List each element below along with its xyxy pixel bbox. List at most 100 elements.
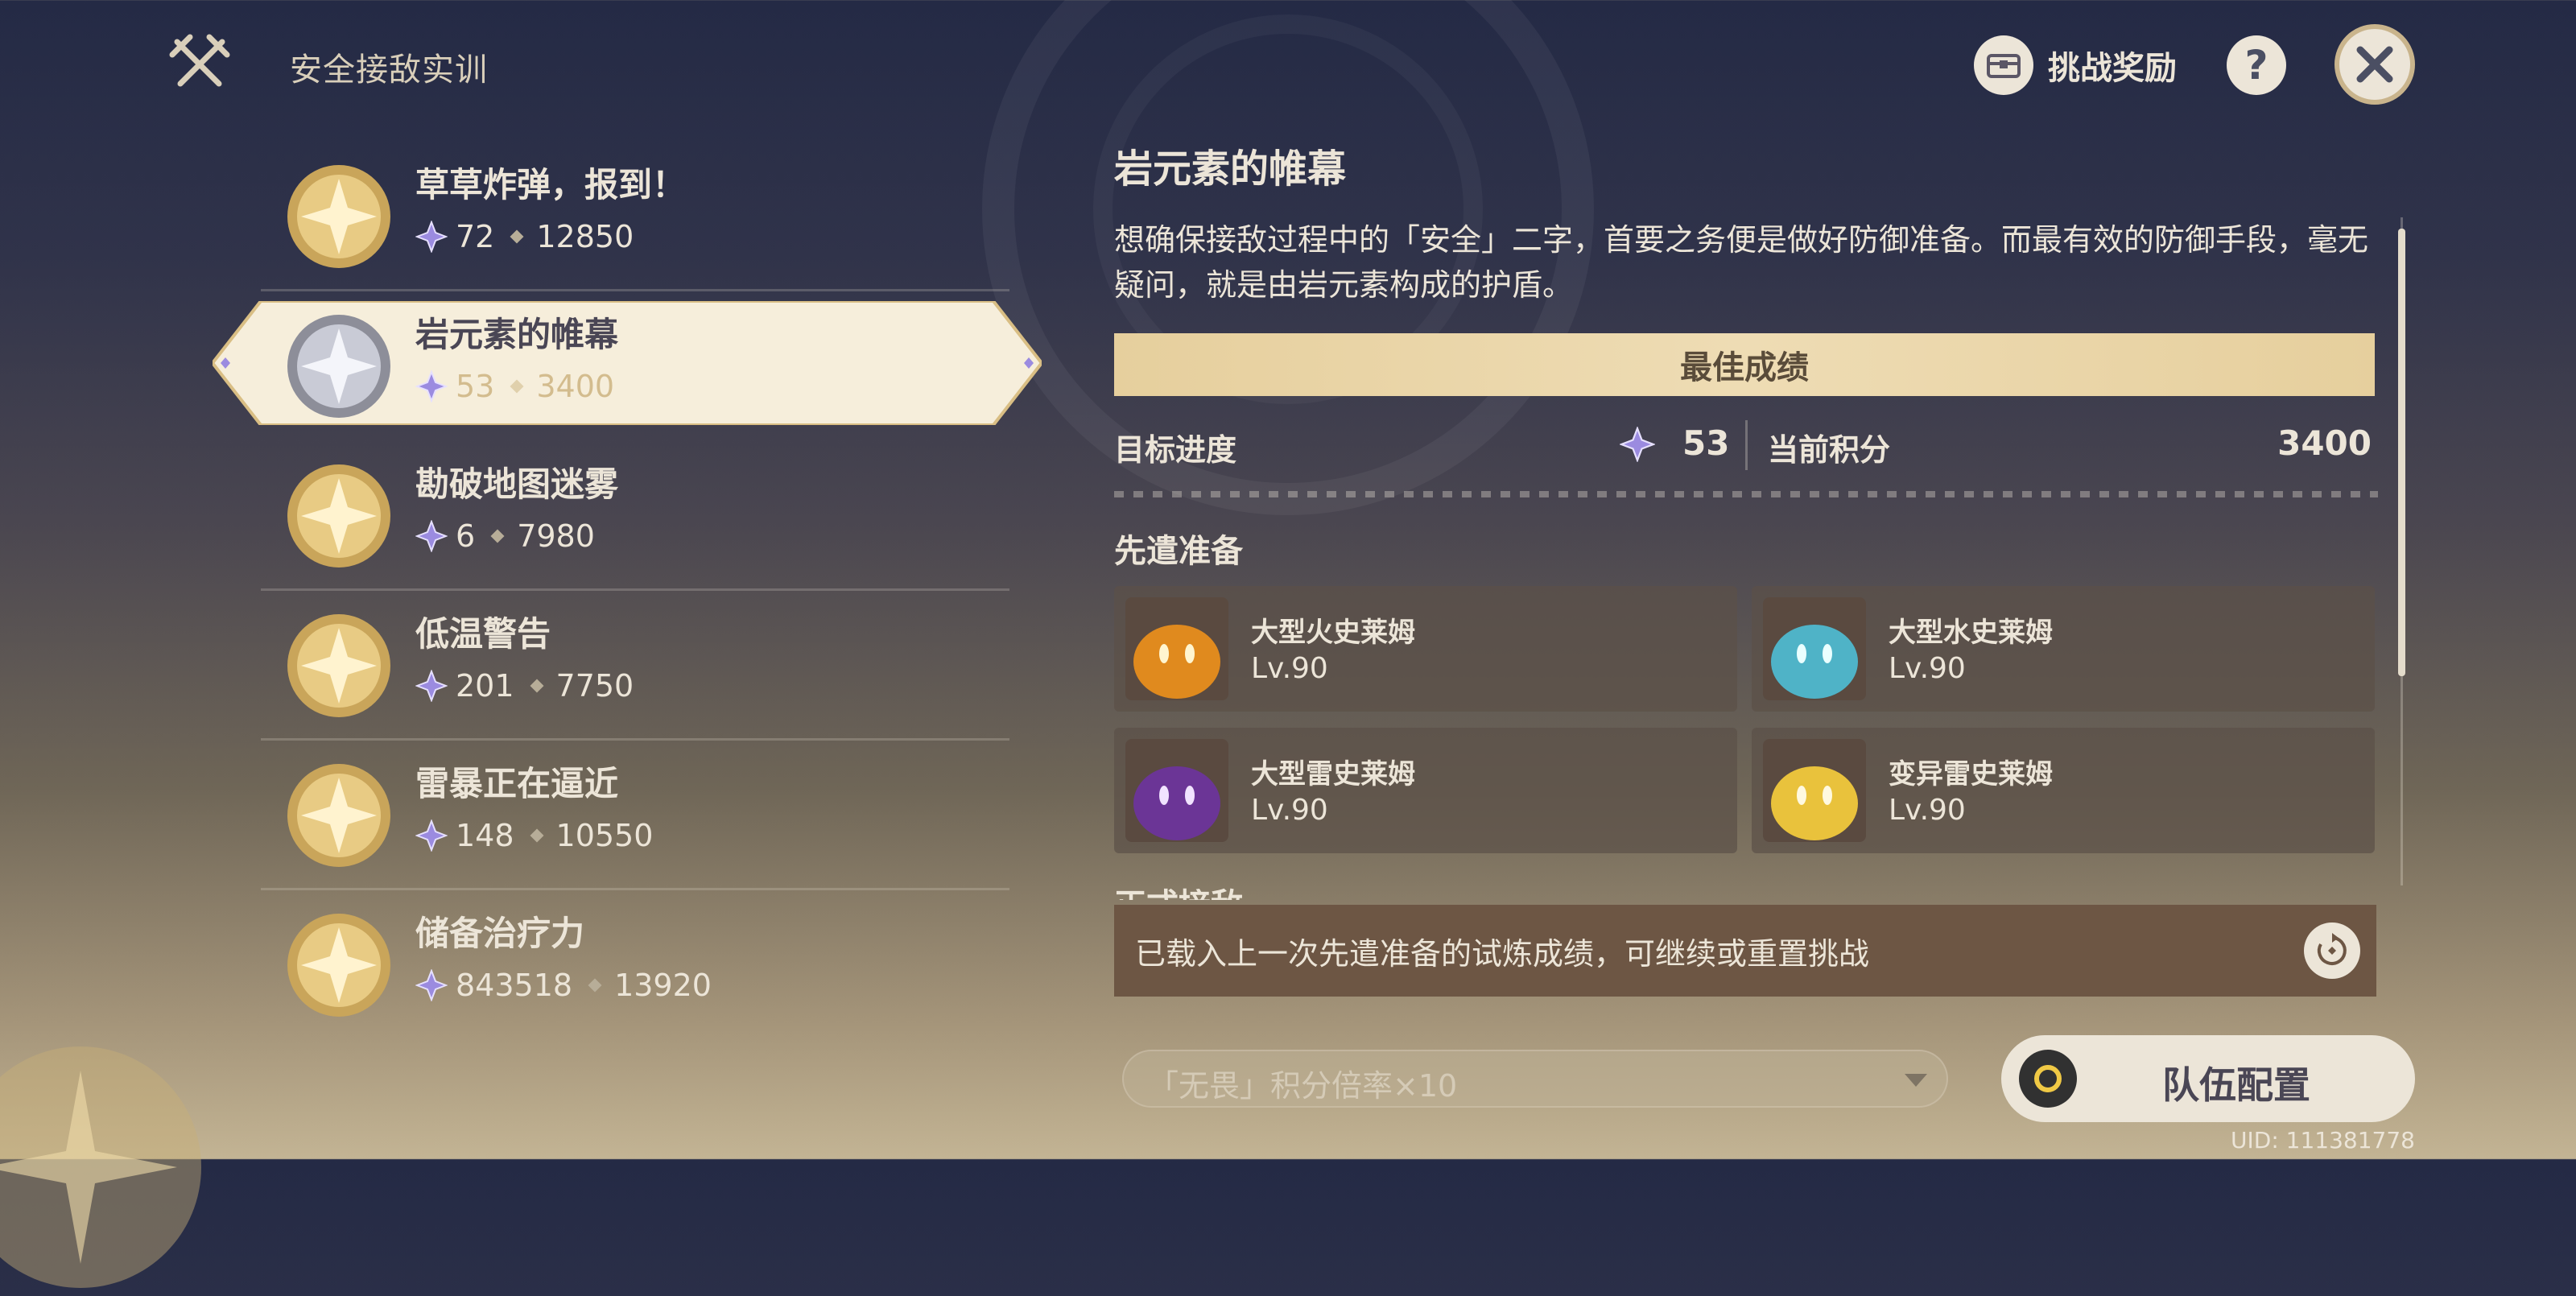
challenge-stats: 72 12850 bbox=[415, 219, 634, 254]
help-button[interactable]: ? bbox=[2227, 35, 2286, 95]
challenge-stars-value: 148 bbox=[456, 818, 514, 853]
challenge-name: 雷暴正在逼近 bbox=[415, 764, 619, 803]
background-sun-emblem bbox=[0, 1046, 201, 1288]
gold-medal-icon bbox=[287, 165, 390, 268]
challenge-item[interactable]: 草草炸弹，报到！ 72 12850 bbox=[213, 142, 1042, 291]
enemy-name: 大型雷史莱姆 bbox=[1251, 758, 1415, 790]
separator-dot bbox=[530, 828, 544, 843]
enemy-card[interactable]: 大型雷史莱姆 Lv.90 bbox=[1114, 728, 1737, 853]
divider bbox=[1745, 420, 1748, 470]
player-uid: UID: 111381778 bbox=[2231, 1127, 2415, 1154]
challenge-stats: 6 7980 bbox=[415, 518, 595, 554]
crossed-swords-icon bbox=[169, 34, 230, 87]
challenge-reward-label: 挑战奖励 bbox=[2048, 50, 2177, 87]
star-icon bbox=[415, 221, 448, 253]
fire-slime-portrait bbox=[1125, 597, 1228, 700]
challenge-stats: 201 7750 bbox=[415, 668, 634, 704]
target-progress-label: 目标进度 bbox=[1114, 432, 1237, 468]
target-progress-value: 53 bbox=[1682, 423, 1730, 463]
current-score-label: 当前积分 bbox=[1768, 432, 1891, 468]
challenge-name: 储备治疗力 bbox=[415, 914, 585, 953]
challenge-item[interactable]: 勘破地图迷雾 6 7980 bbox=[213, 441, 1042, 591]
reset-button[interactable] bbox=[2304, 922, 2360, 979]
page-title: 安全接敌实训 bbox=[290, 52, 488, 89]
separator-dot bbox=[490, 529, 505, 543]
challenge-reward-button[interactable]: 挑战奖励 bbox=[1974, 31, 2177, 100]
challenge-detail-title: 岩元素的帷幕 bbox=[1114, 147, 1347, 192]
challenge-stars-value: 53 bbox=[456, 369, 495, 404]
challenge-item[interactable]: 低温警告 201 7750 bbox=[213, 591, 1042, 741]
challenge-stars-value: 201 bbox=[456, 668, 514, 704]
separator-dot bbox=[510, 379, 524, 394]
chevron-down-icon bbox=[1905, 1074, 1927, 1087]
challenge-item[interactable]: 雷暴正在逼近 148 10550 bbox=[213, 741, 1042, 890]
enemy-name: 大型水史莱姆 bbox=[1889, 617, 2053, 649]
scrollbar-thumb[interactable] bbox=[2398, 229, 2405, 676]
challenge-score-value: 7750 bbox=[555, 668, 634, 704]
challenge-score-value: 10550 bbox=[555, 818, 654, 853]
enemy-level: Lv.90 bbox=[1889, 794, 1966, 827]
gold-medal-icon bbox=[287, 464, 390, 568]
close-icon bbox=[2356, 46, 2393, 83]
star-icon bbox=[415, 670, 448, 702]
separator-dot bbox=[510, 229, 524, 244]
enemy-level: Lv.90 bbox=[1251, 794, 1328, 827]
challenge-stars-value: 6 bbox=[456, 518, 476, 554]
enemy-name: 变异雷史莱姆 bbox=[1889, 758, 2053, 790]
silver-medal-icon bbox=[287, 315, 390, 418]
section-prep-label: 先遣准备 bbox=[1114, 533, 1243, 570]
mutant-electro-slime-portrait bbox=[1763, 739, 1866, 842]
challenge-stats: 53 3400 bbox=[415, 369, 614, 404]
challenge-score-value: 3400 bbox=[536, 369, 615, 404]
enemy-name: 大型火史莱姆 bbox=[1251, 617, 1415, 649]
gold-medal-icon bbox=[287, 764, 390, 867]
challenge-score-value: 7980 bbox=[517, 518, 595, 554]
challenge-description: 想确保接敌过程中的「安全」二字，首要之务便是做好防御准备。而最有效的防御手段，毫… bbox=[1114, 222, 2369, 303]
star-icon bbox=[415, 520, 448, 552]
challenge-name: 低温警告 bbox=[415, 614, 551, 654]
star-icon bbox=[415, 969, 448, 1001]
challenge-list: 草草炸弹，报到！ 72 12850 岩元素的帷幕 53 3400 勘破地图迷雾 … bbox=[213, 142, 1042, 1040]
team-setup-button[interactable]: 队伍配置 bbox=[2001, 1035, 2415, 1122]
water-slime-portrait bbox=[1763, 597, 1866, 700]
separator-dot bbox=[588, 978, 602, 993]
star-icon bbox=[415, 819, 448, 852]
best-result-header: 最佳成绩 bbox=[1114, 333, 2375, 396]
challenge-item[interactable]: 储备治疗力 843518 13920 bbox=[213, 890, 1042, 1040]
challenge-name: 岩元素的帷幕 bbox=[415, 315, 619, 354]
challenge-score-value: 13920 bbox=[614, 968, 712, 1003]
current-score-value: 3400 bbox=[2277, 423, 2372, 463]
challenge-stars-value: 72 bbox=[456, 219, 495, 254]
gold-medal-icon bbox=[287, 614, 390, 717]
score-multiplier-select[interactable]: 「无畏」积分倍率×10 bbox=[1122, 1050, 1948, 1108]
close-button[interactable] bbox=[2334, 24, 2415, 105]
loaded-result-notice: 已载入上一次先遣准备的试炼成绩，可继续或重置挑战 bbox=[1114, 905, 2376, 997]
challenge-stats: 148 10550 bbox=[415, 818, 653, 853]
progress-row: 目标进度 53 当前积分 3400 bbox=[1114, 419, 2375, 472]
challenge-item-selected[interactable]: 岩元素的帷幕 53 3400 bbox=[213, 291, 1042, 441]
separator-dot bbox=[530, 679, 544, 693]
notice-text: 已载入上一次先遣准备的试炼成绩，可继续或重置挑战 bbox=[1135, 935, 1870, 972]
gold-medal-icon bbox=[287, 914, 390, 1017]
detail-scrollbar[interactable] bbox=[2397, 217, 2405, 885]
dashed-divider bbox=[1114, 491, 2378, 497]
multiplier-value: 「无畏」积分倍率×10 bbox=[1148, 1068, 1458, 1104]
challenge-stars-value: 843518 bbox=[456, 968, 573, 1003]
electro-slime-portrait bbox=[1125, 739, 1228, 842]
section-formal-label: 正式接敌 bbox=[1114, 879, 1243, 900]
chest-icon bbox=[1974, 35, 2033, 95]
challenge-name: 勘破地图迷雾 bbox=[415, 464, 619, 504]
team-setup-label: 队伍配置 bbox=[2162, 1063, 2310, 1107]
reset-icon bbox=[2317, 933, 2347, 965]
challenge-score-value: 12850 bbox=[536, 219, 634, 254]
star-icon bbox=[415, 370, 448, 402]
star-icon bbox=[1620, 427, 1655, 462]
enemy-level: Lv.90 bbox=[1889, 652, 1966, 685]
enemy-level: Lv.90 bbox=[1251, 652, 1328, 685]
enemy-card[interactable]: 变异雷史莱姆 Lv.90 bbox=[1752, 728, 2375, 853]
challenge-stats: 843518 13920 bbox=[415, 968, 712, 1003]
challenge-name: 草草炸弹，报到！ bbox=[415, 165, 687, 204]
enemy-card[interactable]: 大型水史莱姆 Lv.90 bbox=[1752, 586, 2375, 712]
enemy-card[interactable]: 大型火史莱姆 Lv.90 bbox=[1114, 586, 1737, 712]
question-mark-icon: ? bbox=[2244, 42, 2268, 89]
